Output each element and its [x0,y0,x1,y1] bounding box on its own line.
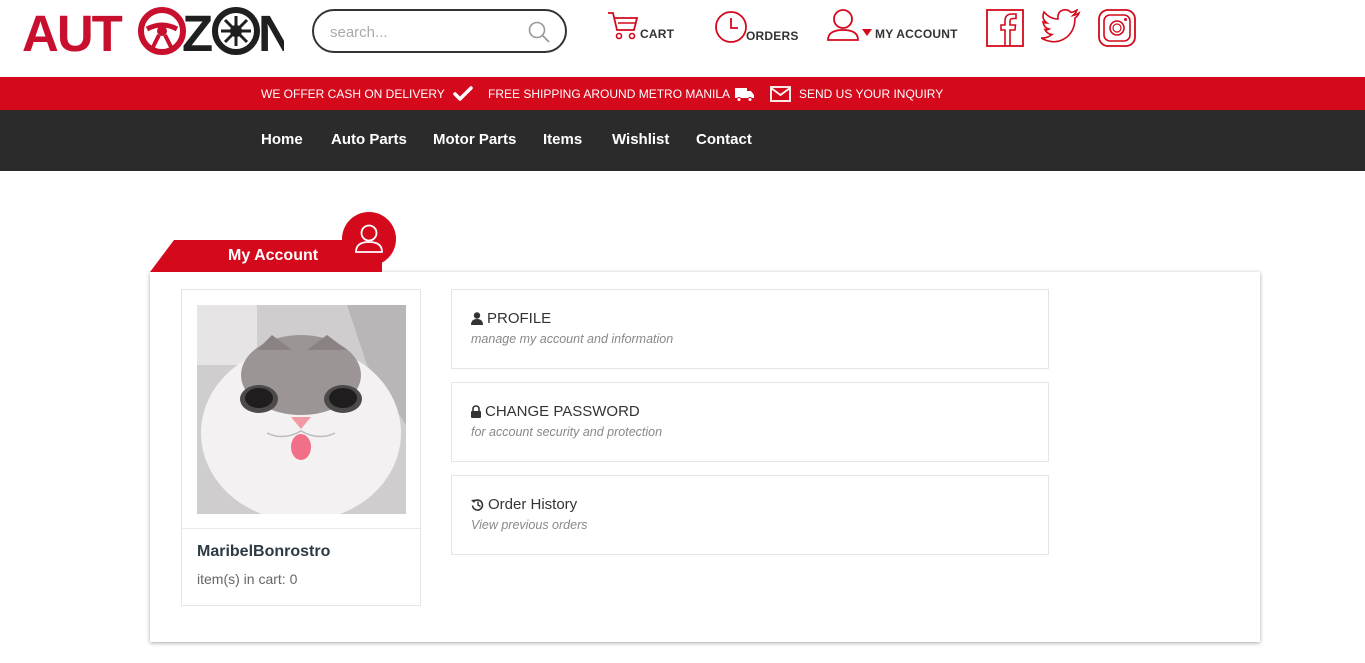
nav-auto-parts[interactable]: Auto Parts [331,131,407,148]
nav-motor-parts[interactable]: Motor Parts [433,131,516,148]
username: MaribelBonrostro [197,543,331,560]
account-tab-title: My Account [228,247,319,264]
nav-wishlist[interactable]: Wishlist [612,131,669,148]
promo-banner: WE OFFER CASH ON DELIVERY FREE SHIPPING … [0,77,1365,110]
truck-icon [735,87,755,102]
cat-photo [197,305,406,514]
instagram-icon[interactable] [1098,9,1136,47]
search-icon[interactable] [527,20,551,44]
option-title: PROFILE [471,310,551,327]
twitter-icon[interactable] [1041,9,1081,43]
my-account-label: MY ACCOUNT [875,27,958,41]
my-account-link[interactable]: MY ACCOUNT [826,8,958,42]
change-password-title: CHANGE PASSWORD [485,403,640,420]
check-icon [453,85,473,101]
svg-text:N: N [258,6,284,56]
cod-notice: WE OFFER CASH ON DELIVERY [261,77,473,110]
change-password-option[interactable]: CHANGE PASSWORD for account security and… [451,382,1049,462]
profile-option[interactable]: PROFILE manage my account and informatio… [451,289,1049,369]
profile-title: PROFILE [487,310,552,327]
main-nav: Home Auto Parts Motor Parts Items Wishli… [0,110,1365,171]
option-title: Order History [471,496,577,513]
autozon-logo[interactable]: AUT Z N [22,6,284,56]
orders-link[interactable]: ORDERS [714,10,799,44]
search-box [312,9,567,53]
cart-icon [608,12,639,40]
search-input[interactable] [330,21,520,43]
change-password-subtitle: for account security and protection [471,425,663,439]
user-icon [471,312,483,325]
avatar [197,305,406,514]
facebook-icon[interactable] [986,9,1024,47]
option-title: CHANGE PASSWORD [471,403,640,420]
inquiry-text: SEND US YOUR INQUIRY [799,86,944,101]
cod-text: WE OFFER CASH ON DELIVERY [261,86,445,101]
orders-label: ORDERS [746,29,799,43]
history-icon [471,499,484,511]
user-icon [355,224,383,253]
order-history-subtitle: View previous orders [471,518,588,532]
account-badge [342,212,396,266]
cart-link[interactable]: CART [606,10,674,42]
site-header: AUT Z N search... CART ORDERS MY ACCOUNT [0,0,1365,77]
caret-down-icon [862,29,872,36]
lock-icon [471,405,481,418]
envelope-icon [770,85,791,102]
nav-home[interactable]: Home [261,131,303,148]
svg-text:Z: Z [182,6,212,56]
inquiry-link[interactable]: SEND US YOUR INQUIRY [770,77,943,110]
cart-label: CART [640,27,675,41]
nav-items[interactable]: Items [543,131,582,148]
profile-subtitle: manage my account and information [471,332,674,346]
user-icon [827,9,859,41]
svg-text:AUT: AUT [22,6,123,56]
order-history-title: Order History [488,496,578,513]
nav-contact[interactable]: Contact [696,131,752,148]
shipping-text: FREE SHIPPING AROUND METRO MANILA [488,86,731,101]
cart-count: item(s) in cart: 0 [197,571,298,587]
shipping-notice: FREE SHIPPING AROUND METRO MANILA [488,77,755,110]
divider [182,528,420,529]
order-history-option[interactable]: Order History View previous orders [451,475,1049,555]
clock-icon [715,11,747,43]
profile-card: MaribelBonrostro item(s) in cart: 0 [181,289,421,606]
